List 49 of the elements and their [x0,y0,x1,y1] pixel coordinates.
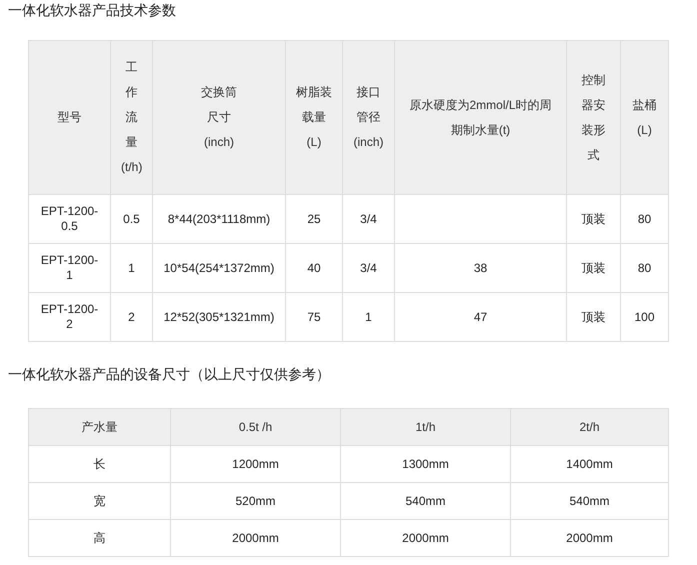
table-cell: 75 [286,292,342,342]
table-cell: 80 [620,244,668,292]
table-cell: 80 [620,194,668,244]
table-cell: 2 [110,292,152,342]
table-cell: 47 [394,292,566,342]
table-cell: 8*44(203*1118mm) [152,194,286,244]
table-cell: 1200mm [170,446,340,482]
header-cell: 0.5t /h [170,408,340,446]
table-cell: 1300mm [340,446,510,482]
table-cell: 0.5 [110,194,152,244]
table-cell: 10*54(254*1372mm) [152,244,286,292]
header-cell: 1t/h [340,408,510,446]
table-cell: 2000mm [340,520,510,556]
header-cell: 工作流量(t/h) [110,40,152,194]
table-cell: 3/4 [342,244,394,292]
table-cell: 12*52(305*1321mm) [152,292,286,342]
table-cell: 顶装 [566,292,620,342]
table-cell: 100 [620,292,668,342]
header-cell: 树脂装载量(L) [286,40,342,194]
header-cell: 控制器安装形式 [566,40,620,194]
header-cell: 原水硬度为2mmol/L时的周期制水量(t) [394,40,566,194]
table-cell: EPT-1200-0.5 [28,194,110,244]
table-cell: 高 [28,520,170,556]
table-cell: EPT-1200-1 [28,244,110,292]
table-cell: 1 [342,292,394,342]
header-cell: 产水量 [28,408,170,446]
header-cell: 型号 [28,40,110,194]
table-cell: 宽 [28,482,170,520]
table-cell: EPT-1200-2 [28,292,110,342]
section-title: 一体化软水器产品技术参数 [8,1,177,20]
table-cell: 2000mm [510,520,668,556]
table-cell: 540mm [510,482,668,520]
table-cell: 顶装 [566,244,620,292]
table-cell: 3/4 [342,194,394,244]
table-cell: 540mm [340,482,510,520]
table-cell: 520mm [170,482,340,520]
table-cell: 1 [110,244,152,292]
table-cell: 2000mm [170,520,340,556]
table-cell: 25 [286,194,342,244]
header-cell: 交换筒尺寸(inch) [152,40,286,194]
table-cell: 40 [286,244,342,292]
header-cell: 接口管径(inch) [342,40,394,194]
table-cell: 1400mm [510,446,668,482]
table-cell: 38 [394,244,566,292]
table-cell: 顶装 [566,194,620,244]
header-cell: 2t/h [510,408,668,446]
section-title: 一体化软水器产品的设备尺寸（以上尺寸仅供参考） [8,365,331,384]
header-cell: 盐桶(L) [620,40,668,194]
table-cell: 长 [28,446,170,482]
